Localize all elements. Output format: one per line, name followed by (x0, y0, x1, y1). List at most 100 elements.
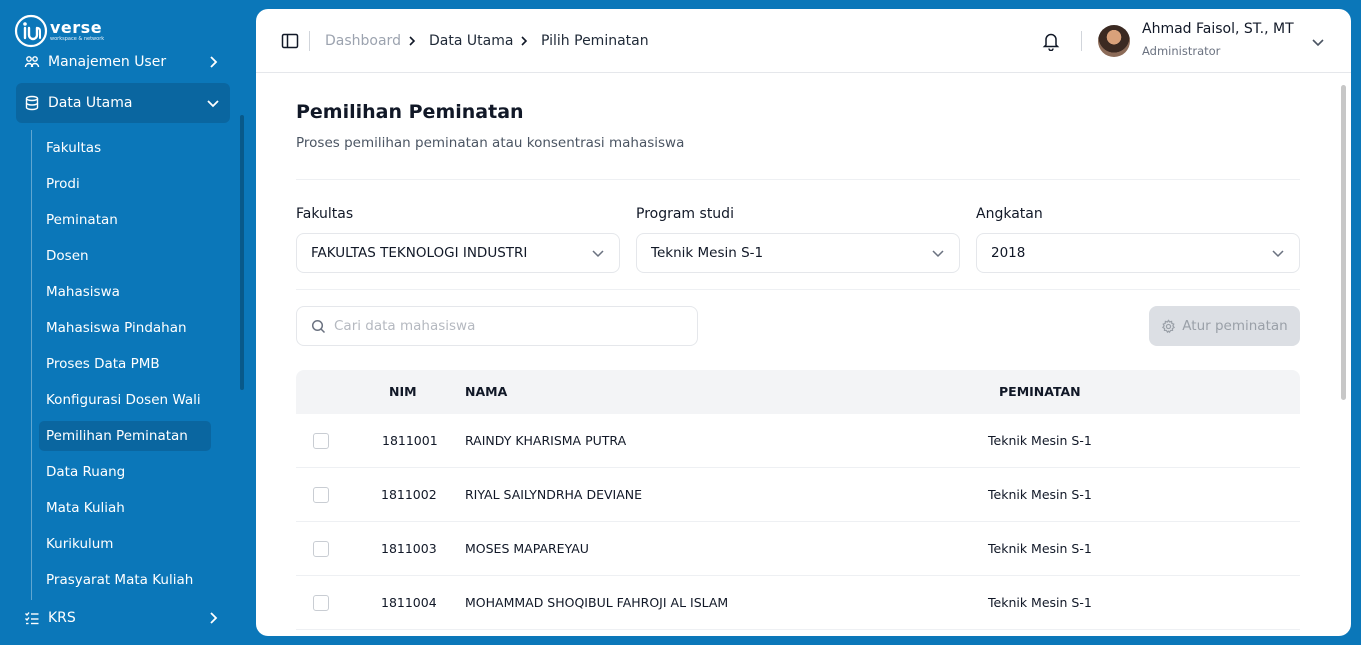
main-scrollbar[interactable] (1341, 85, 1346, 400)
search-icon (311, 319, 326, 333)
column-header-nim: NIM (389, 384, 417, 399)
cell-nim: 1811003 (381, 541, 437, 556)
cell-nim: 1811001 (382, 433, 438, 448)
column-header-nama: NAMA (465, 384, 508, 399)
row-checkbox[interactable] (313, 541, 329, 557)
sidebar-item-pemilihan-peminatan[interactable]: Pemilihan Peminatan (39, 421, 211, 451)
cell-nama: RIYAL SAILYNDRHA DEVIANE (465, 487, 643, 502)
sidebar-item-kurikulum[interactable]: Kurikulum (39, 529, 211, 559)
cell-peminatan: Teknik Mesin S-1 (988, 487, 1092, 502)
column-header-peminatan: PEMINATAN (999, 384, 1081, 399)
sidebar: verse workspace & network Manajemen User… (0, 0, 248, 645)
prodi-label: Program studi (636, 206, 734, 222)
sidebar-item-label: Fakultas (46, 140, 102, 156)
fakultas-label: Fakultas (296, 206, 354, 222)
sidebar-group-label: Data Utama (48, 95, 133, 111)
chevron-right-icon (409, 36, 416, 46)
cell-peminatan: Teknik Mesin S-1 (988, 541, 1092, 556)
sidebar-group-manajemen-user[interactable]: Manajemen User (16, 42, 230, 82)
chevron-down-icon (592, 250, 604, 258)
fakultas-value: FAKULTAS TEKNOLOGI INDUSTRI (311, 245, 528, 261)
sidebar-item-label: Prasyarat Mata Kuliah (46, 572, 194, 588)
sidebar-scrollbar[interactable] (240, 115, 244, 390)
top-bar: Dashboard Data Utama Pilih Peminatan Ahm… (256, 9, 1351, 73)
sidebar-item-mahasiswa-pindahan[interactable]: Mahasiswa Pindahan (39, 313, 211, 343)
sidebar-item-mata-kuliah[interactable]: Mata Kuliah (39, 493, 211, 523)
sidebar-item-peminatan[interactable]: Peminatan (39, 205, 211, 235)
avatar[interactable] (1098, 25, 1130, 57)
sidebar-item-label: Kurikulum (46, 536, 114, 552)
sidebar-item-proses-data-pmb[interactable]: Proses Data PMB (39, 349, 211, 379)
sidebar-item-konfigurasi-dosen-wali[interactable]: Konfigurasi Dosen Wali (39, 385, 211, 415)
divider (309, 31, 310, 51)
notification-bell-icon[interactable] (1042, 31, 1060, 51)
breadcrumb-dashboard[interactable]: Dashboard (325, 31, 401, 51)
row-checkbox[interactable] (313, 487, 329, 503)
page-title: Pemilihan Peminatan (296, 101, 524, 123)
chevron-down-icon (1272, 250, 1284, 258)
cell-nama: RAINDY KHARISMA PUTRA (465, 433, 627, 448)
atur-peminatan-label: Atur peminatan (1182, 318, 1288, 334)
table-row[interactable]: 1811003 MOSES MAPAREYAU Teknik Mesin S-1 (296, 522, 1300, 576)
search-input[interactable] (334, 318, 683, 334)
angkatan-value: 2018 (991, 245, 1026, 261)
table-row[interactable]: 1811001 RAINDY KHARISMA PUTRA Teknik Mes… (296, 414, 1300, 468)
angkatan-select[interactable]: 2018 (976, 233, 1300, 273)
fakultas-select[interactable]: FAKULTAS TEKNOLOGI INDUSTRI (296, 233, 620, 273)
table-row[interactable]: 1811002 RIYAL SAILYNDRHA DEVIANE Teknik … (296, 468, 1300, 522)
user-role: Administrator (1142, 44, 1221, 58)
sidebar-item-label: Mahasiswa Pindahan (46, 320, 187, 336)
main-panel: Dashboard Data Utama Pilih Peminatan Ahm… (256, 9, 1351, 636)
search-box[interactable] (296, 306, 698, 346)
sidebar-item-mahasiswa[interactable]: Mahasiswa (39, 277, 211, 307)
chevron-down-icon (932, 250, 944, 258)
sidebar-item-label: Proses Data PMB (46, 356, 160, 372)
sidebar-toggle-icon[interactable] (281, 32, 299, 50)
checklist-icon (25, 612, 39, 625)
sidebar-item-dosen[interactable]: Dosen (39, 241, 211, 271)
sidebar-item-data-ruang[interactable]: Data Ruang (39, 457, 211, 487)
row-checkbox[interactable] (313, 595, 329, 611)
sidebar-item-fakultas[interactable]: Fakultas (39, 133, 211, 163)
sidebar-item-label: Peminatan (46, 212, 118, 228)
sidebar-group-krs[interactable]: KRS (16, 598, 230, 638)
users-icon (24, 56, 40, 68)
table-header: NIM NAMA PEMINATAN (296, 370, 1300, 414)
sidebar-group-label: Manajemen User (48, 54, 167, 70)
atur-peminatan-button[interactable]: Atur peminatan (1149, 306, 1300, 346)
chevron-down-icon (207, 100, 219, 108)
sidebar-item-label: Prodi (46, 176, 80, 192)
table-row[interactable]: 1811004 MOHAMMAD SHOQIBUL FAHROJI AL ISL… (296, 576, 1300, 630)
prodi-value: Teknik Mesin S-1 (651, 245, 764, 261)
sidebar-item-label: Dosen (46, 248, 89, 264)
logo-word: verse (50, 18, 103, 37)
cell-nim: 1811002 (381, 487, 437, 502)
cell-nama: MOHAMMAD SHOQIBUL FAHROJI AL ISLAM (465, 595, 729, 610)
database-icon (25, 95, 39, 111)
sidebar-item-prasyarat-mata-kuliah[interactable]: Prasyarat Mata Kuliah (39, 565, 211, 595)
prodi-select[interactable]: Teknik Mesin S-1 (636, 233, 960, 273)
breadcrumb-data-utama[interactable]: Data Utama (429, 31, 513, 51)
mahasiswa-table: NIM NAMA PEMINATAN 1811001 RAINDY KHARIS… (296, 370, 1300, 630)
sidebar-item-prodi[interactable]: Prodi (39, 169, 211, 199)
chevron-right-icon (210, 56, 218, 68)
page-subtitle: Proses pemilihan peminatan atau konsentr… (296, 135, 685, 151)
sidebar-group-label: KRS (48, 610, 76, 626)
sidebar-item-label: Data Ruang (46, 464, 126, 480)
cell-nim: 1811004 (381, 595, 437, 610)
sidebar-item-label: Konfigurasi Dosen Wali (46, 392, 201, 408)
gear-icon (1162, 318, 1176, 333)
sidebar-item-label: Mata Kuliah (46, 500, 125, 516)
chevron-right-icon (210, 612, 218, 624)
sidebar-item-label: Mahasiswa (46, 284, 120, 300)
row-checkbox[interactable] (313, 433, 329, 449)
sidebar-submenu-data-utama: Fakultas Prodi Peminatan Dosen Mahasiswa… (31, 130, 221, 600)
user-name: Ahmad Faisol, ST., MT (1142, 21, 1294, 37)
divider (1081, 31, 1082, 51)
cell-peminatan: Teknik Mesin S-1 (988, 595, 1092, 610)
divider (296, 289, 1300, 290)
chevron-right-icon (521, 36, 528, 46)
sidebar-group-data-utama[interactable]: Data Utama (16, 83, 230, 123)
chevron-down-icon[interactable] (1311, 35, 1325, 49)
divider (296, 179, 1300, 180)
